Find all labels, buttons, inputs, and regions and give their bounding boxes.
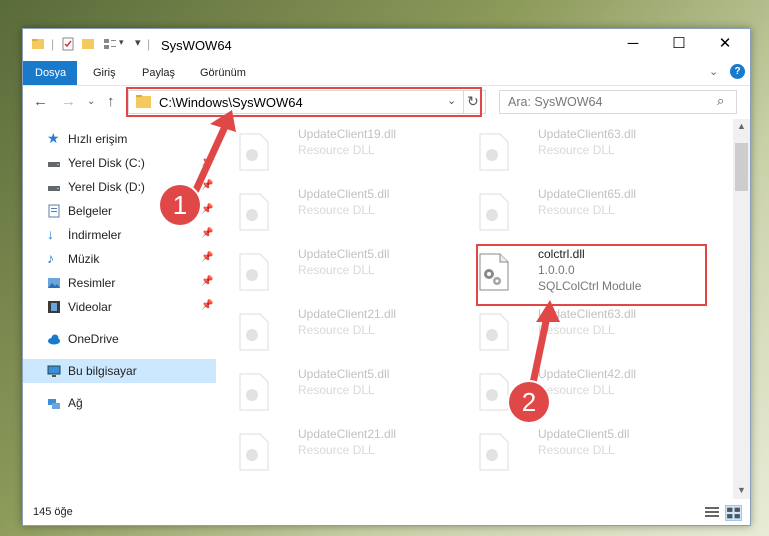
file-tile[interactable]: UpdateClient42.dll Resource DLL [468, 367, 688, 417]
pin-icon[interactable]: 📌 [201, 300, 213, 311]
drive-icon [48, 162, 60, 167]
dll-file-icon [239, 193, 269, 231]
search-placeholder: Ara: SysWOW64 [508, 95, 603, 109]
file-tile[interactable]: UpdateClient63.dll Resource DLL [468, 307, 688, 357]
dll-file-icon [239, 373, 269, 411]
tiles-view-icon[interactable] [725, 505, 742, 521]
address-bar-highlight [126, 87, 482, 117]
tab-view[interactable]: Görünüm [188, 61, 258, 85]
properties-icon[interactable] [61, 37, 75, 51]
vertical-scrollbar[interactable]: ▲ ▼ [733, 119, 750, 499]
back-arrow-icon[interactable]: ← [33, 93, 48, 110]
sidebar-item-onedrive[interactable]: OneDrive [23, 327, 216, 351]
dll-file-icon [239, 133, 269, 171]
download-icon: ↓ [47, 226, 54, 242]
scrollbar-thumb[interactable] [735, 143, 748, 191]
pin-icon[interactable]: 📌 [201, 156, 213, 167]
pin-icon[interactable]: 📌 [201, 228, 213, 239]
tab-file[interactable]: Dosya [23, 61, 77, 85]
dll-file-icon [479, 433, 509, 471]
help-icon[interactable]: ? [730, 64, 745, 79]
view-options-icon[interactable] [103, 37, 117, 51]
new-folder-icon[interactable] [81, 37, 95, 51]
pin-icon[interactable]: 📌 [201, 180, 213, 191]
navigation-pane: ★ Hızlı erişim Yerel Disk (C:) 📌 Yerel D… [23, 119, 216, 499]
tab-home[interactable]: Giriş [81, 61, 128, 85]
dll-file-icon [479, 193, 509, 231]
details-view-icon[interactable] [705, 506, 719, 518]
folder-icon[interactable] [31, 37, 45, 51]
file-tile[interactable]: UpdateClient5.dll Resource DLL [228, 247, 448, 297]
dll-file-icon [239, 253, 269, 291]
pictures-icon [48, 278, 60, 288]
pin-icon[interactable]: 📌 [201, 252, 213, 263]
sidebar-item-local-disk-c[interactable]: Yerel Disk (C:) 📌 [23, 151, 216, 175]
search-box[interactable]: Ara: SysWOW64 ⌕ [499, 90, 737, 114]
scroll-down-icon[interactable]: ▼ [737, 485, 746, 495]
item-count: 145 öğe [33, 506, 73, 518]
separator: | [147, 37, 151, 51]
pin-icon[interactable]: 📌 [201, 276, 213, 287]
step-badge-1: 1 [160, 185, 200, 225]
dll-file-icon [479, 373, 509, 411]
cloud-icon [48, 334, 60, 345]
close-button[interactable]: ✕ [702, 29, 748, 59]
minimize-button[interactable]: ─ [610, 29, 656, 59]
ribbon-tabs: Dosya Giriş Paylaş Görünüm ⌄ ? [23, 61, 750, 86]
recent-locations-icon[interactable]: ⌄ [87, 96, 95, 107]
file-tile[interactable]: UpdateClient5.dll Resource DLL [228, 367, 448, 417]
step-badge-2: 2 [509, 382, 549, 422]
dll-file-icon [239, 313, 269, 351]
sidebar-item-pictures[interactable]: Resimler 📌 [23, 271, 216, 295]
status-bar: 145 öğe [23, 501, 750, 523]
separator: | [51, 37, 55, 51]
chevron-down-icon[interactable]: ⌄ [709, 65, 718, 78]
maximize-button[interactable]: ☐ [656, 29, 702, 59]
scroll-up-icon[interactable]: ▲ [737, 121, 746, 131]
title-bar: | ▾ ▾ | SysWOW64 ─ ☐ ✕ [23, 29, 750, 61]
dll-file-icon [239, 433, 269, 471]
forward-arrow-icon[interactable]: → [61, 93, 76, 110]
sidebar-item-quick-access[interactable]: ★ Hızlı erişim [23, 127, 216, 151]
file-tile[interactable]: UpdateClient21.dll Resource DLL [228, 307, 448, 357]
up-arrow-icon[interactable]: ↑ [107, 93, 115, 110]
file-tile[interactable]: UpdateClient5.dll Resource DLL [228, 187, 448, 237]
sidebar-item-this-pc[interactable]: Bu bilgisayar [23, 359, 216, 383]
pin-icon[interactable]: 📌 [201, 204, 213, 215]
dll-file-icon [479, 313, 509, 351]
customize-toolbar-icon[interactable]: ▾ [135, 36, 141, 49]
sidebar-item-network[interactable]: Ağ [23, 391, 216, 415]
sidebar-item-music[interactable]: ♪ Müzik 📌 [23, 247, 216, 271]
tab-share[interactable]: Paylaş [130, 61, 187, 85]
file-tile[interactable]: UpdateClient63.dll Resource DLL [468, 127, 688, 177]
file-list: UpdateClient19.dll Resource DLL UpdateCl… [218, 119, 733, 499]
search-icon[interactable]: ⌕ [717, 93, 724, 109]
star-icon: ★ [47, 130, 60, 146]
file-tile[interactable]: UpdateClient5.dll Resource DLL [468, 427, 688, 477]
file-tile[interactable]: UpdateClient19.dll Resource DLL [228, 127, 448, 177]
documents-icon [48, 204, 60, 218]
sidebar-item-downloads[interactable]: ↓ İndirmeler 📌 [23, 223, 216, 247]
sidebar-item-videos[interactable]: Videolar 📌 [23, 295, 216, 319]
computer-icon [47, 365, 61, 377]
file-tile[interactable]: UpdateClient21.dll Resource DLL [228, 427, 448, 477]
file-highlight [476, 244, 707, 306]
file-tile[interactable]: UpdateClient65.dll Resource DLL [468, 187, 688, 237]
dll-file-icon [479, 133, 509, 171]
network-icon [48, 399, 60, 409]
music-icon: ♪ [47, 250, 54, 266]
video-icon [48, 301, 60, 313]
chevron-down-icon[interactable]: ▾ [119, 37, 124, 48]
drive-icon [48, 186, 60, 191]
window-title: SysWOW64 [161, 38, 232, 53]
